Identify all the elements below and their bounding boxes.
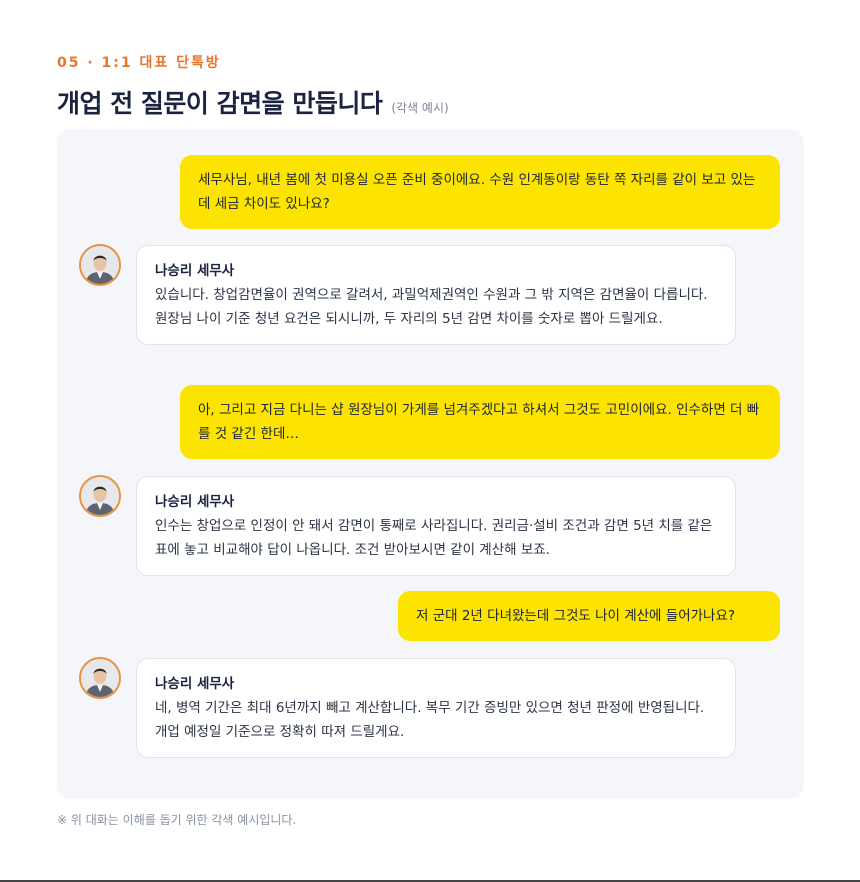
person-icon [81,477,119,515]
page-title: 개업 전 질문이 감면을 만듭니다 [57,89,383,118]
advisor-message-bubble: 나승리 세무사 인수는 창업으로 인정이 안 돼서 감면이 통째로 사라집니다.… [136,476,736,576]
user-message-bubble: 저 군대 2년 다녀왔는데 그것도 나이 계산에 들어가나요? [398,591,780,641]
user-message-text: 저 군대 2년 다녀왔는데 그것도 나이 계산에 들어가나요? [416,608,736,624]
advisor-message-bubble: 나승리 세무사 네, 병역 기간은 최대 6년까지 빼고 계산합니다. 복무 기… [136,658,736,758]
user-message-bubble: 아, 그리고 지금 다니는 샵 원장님이 가게를 넘겨주겠다고 하셔서 그것도 … [180,385,780,459]
advisor-message-text: 인수는 창업으로 인정이 안 돼서 감면이 통째로 사라집니다. 권리금·설비 … [155,518,713,558]
user-message-text: 세무사님, 내년 봄에 첫 미용실 오픈 준비 중이에요. 수원 인계동이랑 동… [198,172,756,212]
title-row: 개업 전 질문이 감면을 만듭니다 (각색 예시) [57,84,449,120]
title-note: (각색 예시) [391,101,449,115]
person-icon [81,246,119,284]
person-icon [81,659,119,697]
advisor-avatar [79,657,121,699]
section-eyebrow: 05 · 1:1 대표 단톡방 [57,55,221,71]
user-message-text: 아, 그리고 지금 다니는 샵 원장님이 가게를 넘겨주겠다고 하셔서 그것도 … [198,402,760,442]
advisor-message-bubble: 나승리 세무사 있습니다. 창업감면율이 권역으로 갈려서, 과밀억제권역인 수… [136,245,736,345]
advisor-avatar [79,475,121,517]
advisor-avatar [79,244,121,286]
advisor-name: 나승리 세무사 [155,494,235,510]
advisor-name: 나승리 세무사 [155,676,235,692]
footnote: ※ 위 대화는 이해를 돕기 위한 각색 예시입니다. [57,813,297,827]
advisor-message-text: 있습니다. 창업감면율이 권역으로 갈려서, 과밀억제권역인 수원과 그 밖 지… [155,287,708,327]
chat-panel: 세무사님, 내년 봄에 첫 미용실 오픈 준비 중이에요. 수원 인계동이랑 동… [57,129,804,799]
advisor-message-text: 네, 병역 기간은 최대 6년까지 빼고 계산합니다. 복무 기간 증빙만 있으… [155,700,705,740]
user-message-bubble: 세무사님, 내년 봄에 첫 미용실 오픈 준비 중이에요. 수원 인계동이랑 동… [180,155,780,229]
advisor-name: 나승리 세무사 [155,263,235,279]
